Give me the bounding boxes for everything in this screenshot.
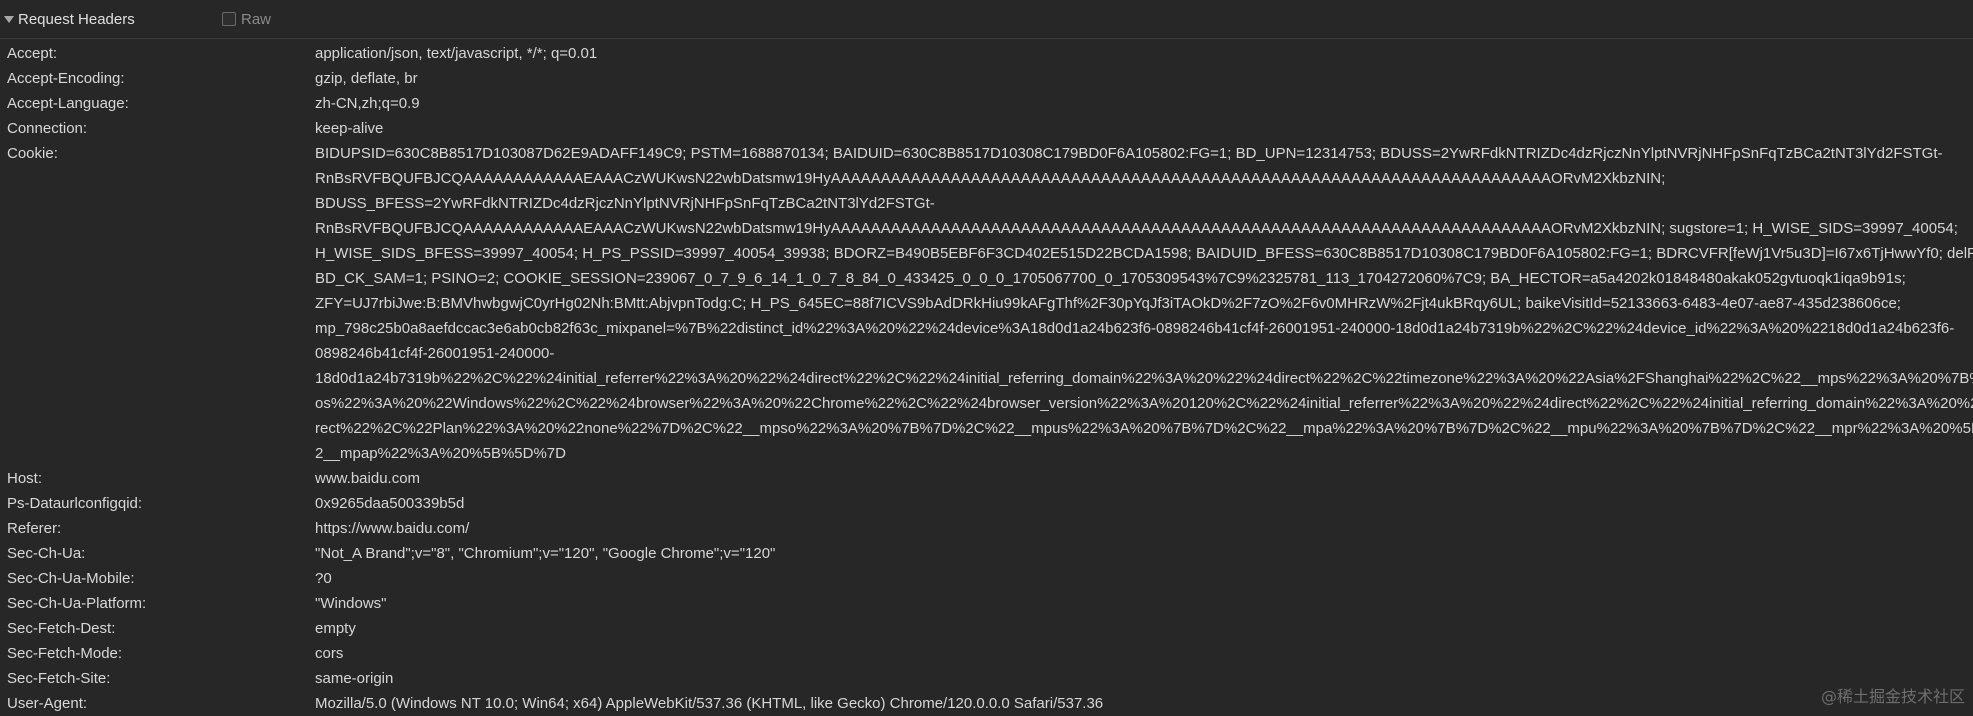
header-value-line: RnBsRVFBQUFBJCQAAAAAAAAAAAAEAAACzWUKwsN2… bbox=[315, 220, 1958, 237]
collapse-triangle-icon[interactable] bbox=[4, 16, 14, 23]
header-name: Accept-Encoding: bbox=[7, 70, 125, 87]
request-headers-toggle[interactable]: Request Headers bbox=[0, 0, 135, 38]
header-value-line: 2__mpap%22%3A%20%5B%5D%7D bbox=[315, 445, 566, 462]
header-name: Sec-Fetch-Mode: bbox=[7, 645, 123, 662]
header-name: Connection: bbox=[7, 120, 88, 137]
header-name: Referer: bbox=[7, 520, 62, 537]
header-value-line: cors bbox=[315, 645, 344, 662]
request-headers-section-header: Request Headers Raw bbox=[0, 0, 1973, 39]
header-value-line: ZFY=UJ7rbiJwe:B:BMVhwbgwjC0yrHg02Nh:BMtt… bbox=[315, 295, 1901, 312]
raw-label[interactable]: Raw bbox=[241, 11, 271, 28]
header-row: Sec-Ch-Ua-Mobile: ?0 bbox=[0, 566, 1973, 591]
watermark: @稀土掘金技术社区 bbox=[1820, 687, 1965, 706]
header-name: Accept: bbox=[7, 45, 58, 62]
header-row: Accept: application/json, text/javascript… bbox=[0, 41, 1973, 66]
header-value-line: Mozilla/5.0 (Windows NT 10.0; Win64; x64… bbox=[315, 695, 1104, 712]
header-row: Ps-Dataurlconfigqid: 0x9265daa500339b5d bbox=[0, 491, 1973, 516]
header-name: Ps-Dataurlconfigqid: bbox=[7, 495, 143, 512]
header-value: "Not_A Brand";v="8", "Chromium";v="120",… bbox=[315, 541, 1973, 566]
header-value-line: ?0 bbox=[315, 570, 332, 587]
header-value: cors bbox=[315, 641, 1973, 666]
header-value-line: BD_CK_SAM=1; PSINO=2; COOKIE_SESSION=239… bbox=[315, 270, 1906, 287]
header-row: Cookie: BIDUPSID=630C8B8517D103087D62E9AD… bbox=[0, 141, 1973, 466]
header-name: Sec-Ch-Ua-Platform: bbox=[7, 595, 147, 612]
header-row: Sec-Fetch-Site: same-origin bbox=[0, 666, 1973, 691]
header-row: Host: www.baidu.com bbox=[0, 466, 1973, 491]
header-value: keep-alive bbox=[315, 116, 1973, 141]
header-value: www.baidu.com bbox=[315, 466, 1973, 491]
header-value: empty bbox=[315, 616, 1973, 641]
header-value: gzip, deflate, br bbox=[315, 66, 1973, 91]
header-value-line: www.baidu.com bbox=[315, 470, 421, 487]
header-value: Mozilla/5.0 (Windows NT 10.0; Win64; x64… bbox=[315, 691, 1973, 716]
header-value: zh-CN,zh;q=0.9 bbox=[315, 91, 1973, 116]
header-value-line: RnBsRVFBQUFBJCQAAAAAAAAAAAAEAAACzWUKwsN2… bbox=[315, 170, 1666, 187]
header-value: "Windows" bbox=[315, 591, 1973, 616]
header-name: Accept-Language: bbox=[7, 95, 129, 112]
header-value-line: https://www.baidu.com/ bbox=[315, 520, 470, 537]
header-row: Sec-Ch-Ua-Platform: "Windows" bbox=[0, 591, 1973, 616]
header-name: Sec-Ch-Ua: bbox=[7, 545, 86, 562]
header-value-line: os%22%3A%20%22Windows%22%2C%22%24browser… bbox=[315, 395, 1973, 412]
raw-toggle[interactable]: Raw bbox=[222, 0, 271, 38]
header-row: User-Agent: Mozilla/5.0 (Windows NT 10.0;… bbox=[0, 691, 1973, 716]
request-headers-panel: Request Headers Raw Accept: application/j… bbox=[0, 0, 1973, 713]
header-value-line: keep-alive bbox=[315, 120, 384, 137]
header-value-line: 18d0d1a24b7319b%22%2C%22%24initial_refer… bbox=[315, 370, 1973, 387]
header-value-line: 0x9265daa500339b5d bbox=[315, 495, 465, 512]
header-value-line: rect%22%2C%22Plan%22%3A%20%22none%22%7D%… bbox=[315, 420, 1973, 437]
header-value-line: 0898246b41cf4f-26001951-240000- bbox=[315, 345, 555, 362]
raw-checkbox[interactable] bbox=[222, 12, 236, 26]
header-row: Sec-Fetch-Mode: cors bbox=[0, 641, 1973, 666]
header-value-line: mp_798c25b0a8aefdccac3e6ab0cb82f63c_mixp… bbox=[315, 320, 1955, 337]
header-row: Sec-Fetch-Dest: empty bbox=[0, 616, 1973, 641]
header-row: Sec-Ch-Ua: "Not_A Brand";v="8", "Chromium… bbox=[0, 541, 1973, 566]
header-value-line: empty bbox=[315, 620, 356, 637]
header-value-line: BIDUPSID=630C8B8517D103087D62E9ADAFF149C… bbox=[315, 145, 1943, 162]
headers-list: Accept: application/json, text/javascript… bbox=[0, 39, 1973, 716]
header-value-line: H_WISE_SIDS_BFESS=39997_40054; H_PS_PSSI… bbox=[315, 245, 1973, 262]
header-name: User-Agent: bbox=[7, 695, 88, 712]
header-value-line: "Not_A Brand";v="8", "Chromium";v="120",… bbox=[315, 545, 776, 562]
header-value-line: zh-CN,zh;q=0.9 bbox=[315, 95, 420, 112]
header-name: Cookie: bbox=[7, 145, 58, 162]
header-value: same-origin bbox=[315, 666, 1973, 691]
section-title[interactable]: Request Headers bbox=[18, 11, 135, 28]
header-name: Sec-Fetch-Dest: bbox=[7, 620, 116, 637]
header-value-line: gzip, deflate, br bbox=[315, 70, 418, 87]
header-row: Connection: keep-alive bbox=[0, 116, 1973, 141]
header-value: ?0 bbox=[315, 566, 1973, 591]
header-value: BIDUPSID=630C8B8517D103087D62E9ADAFF149C… bbox=[315, 141, 1973, 466]
header-name: Sec-Fetch-Site: bbox=[7, 670, 111, 687]
header-row: Referer: https://www.baidu.com/ bbox=[0, 516, 1973, 541]
header-value-line: BDUSS_BFESS=2YwRFdkNTRIZDc4dzRjczNnYlptN… bbox=[315, 195, 935, 212]
header-value: https://www.baidu.com/ bbox=[315, 516, 1973, 541]
header-value-line: "Windows" bbox=[315, 595, 387, 612]
header-name: Host: bbox=[7, 470, 43, 487]
header-value-line: application/json, text/javascript, */*; … bbox=[315, 45, 598, 62]
header-value: application/json, text/javascript, */*; … bbox=[315, 41, 1973, 66]
header-row: Accept-Language: zh-CN,zh;q=0.9 bbox=[0, 91, 1973, 116]
header-row: Accept-Encoding: gzip, deflate, br bbox=[0, 66, 1973, 91]
header-name: Sec-Ch-Ua-Mobile: bbox=[7, 570, 135, 587]
header-value-line: same-origin bbox=[315, 670, 394, 687]
header-value: 0x9265daa500339b5d bbox=[315, 491, 1973, 516]
